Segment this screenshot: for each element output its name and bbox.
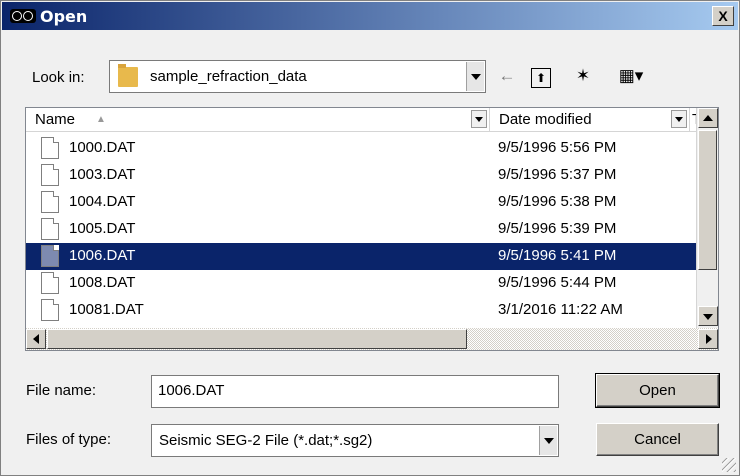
file-row[interactable]: 1004.DAT9/5/1996 5:38 PMD — [26, 189, 706, 216]
file-date-cell: 9/5/1996 5:37 PM — [498, 166, 617, 183]
file-date-cell: 9/5/1996 5:38 PM — [498, 193, 617, 210]
resize-grip-icon[interactable] — [722, 458, 736, 472]
vertical-scrollbar[interactable] — [696, 108, 718, 328]
title-bar[interactable]: Open X — [2, 2, 738, 30]
files-of-type-label: Files of type: — [26, 431, 112, 448]
file-name-cell: 1000.DAT — [69, 139, 136, 156]
cancel-button[interactable]: Cancel — [596, 423, 719, 456]
binoculars-icon — [10, 9, 36, 23]
column-header-name[interactable]: Name ▲ — [26, 108, 490, 132]
file-row[interactable]: 1008.DAT9/5/1996 5:44 PMD — [26, 270, 706, 297]
column-name-label: Name — [35, 111, 76, 128]
file-name-cell: 10081.DAT — [69, 301, 144, 318]
file-row[interactable]: 1003.DAT9/5/1996 5:37 PMD — [26, 162, 706, 189]
close-button[interactable]: X — [712, 6, 734, 26]
column-header-date[interactable]: Date modified — [490, 108, 690, 132]
back-icon[interactable]: ← — [495, 65, 519, 89]
open-dialog: Open X Look in: sample_refraction_data ←… — [0, 0, 740, 476]
file-name-label: File name: — [26, 382, 97, 399]
chevron-down-icon[interactable] — [471, 110, 487, 128]
file-name-cell: 1004.DAT — [69, 193, 136, 210]
file-row[interactable]: 1006.DAT9/5/1996 5:41 PMD — [26, 243, 706, 270]
file-name-cell: 1008.DAT — [69, 274, 136, 291]
file-icon — [41, 164, 59, 186]
file-name-cell: 1003.DAT — [69, 166, 136, 183]
scroll-down-icon[interactable] — [698, 306, 718, 326]
new-folder-icon[interactable]: ✶ — [571, 65, 595, 89]
file-name-cell: 1006.DAT — [69, 247, 136, 264]
file-row[interactable]: 1000.DAT9/5/1996 5:56 PMD — [26, 135, 706, 162]
file-date-cell: 9/5/1996 5:44 PM — [498, 274, 617, 291]
look-in-value: sample_refraction_data — [150, 68, 307, 85]
scroll-up-icon[interactable] — [698, 108, 718, 128]
file-icon — [41, 272, 59, 294]
chevron-down-icon[interactable] — [466, 62, 484, 91]
file-icon — [41, 137, 59, 159]
view-menu-icon[interactable]: ▦▾ — [611, 65, 651, 89]
file-date-cell: 9/5/1996 5:39 PM — [498, 220, 617, 237]
file-icon — [41, 191, 59, 213]
scroll-left-icon[interactable] — [26, 329, 46, 349]
file-name-cell: 1005.DAT — [69, 220, 136, 237]
file-icon — [41, 299, 59, 321]
look-in-label: Look in: — [32, 69, 85, 86]
file-row[interactable]: 1005.DAT9/5/1996 5:39 PMD — [26, 216, 706, 243]
open-button[interactable]: Open — [595, 373, 720, 408]
file-icon — [41, 245, 59, 267]
column-date-label: Date modified — [499, 111, 592, 128]
file-date-cell: 9/5/1996 5:41 PM — [498, 247, 617, 264]
file-list[interactable]: Name ▲ Date modified T 1000.DAT9/5/1996 … — [25, 107, 719, 351]
dialog-title: Open — [40, 7, 88, 26]
horizontal-scroll-thumb[interactable] — [47, 329, 467, 349]
folder-icon — [118, 64, 138, 87]
chevron-down-icon[interactable] — [539, 426, 557, 455]
up-folder-icon[interactable]: ⬆ — [531, 68, 551, 88]
horizontal-scrollbar[interactable] — [26, 328, 718, 350]
file-icon — [41, 218, 59, 240]
file-date-cell: 3/1/2016 11:22 AM — [498, 301, 623, 318]
scroll-right-icon[interactable] — [698, 329, 718, 349]
file-name-input[interactable]: 1006.DAT — [151, 375, 559, 408]
file-date-cell: 9/5/1996 5:56 PM — [498, 139, 617, 156]
files-of-type-value: Seismic SEG-2 File (*.dat;*.sg2) — [159, 432, 373, 449]
vertical-scroll-thumb[interactable] — [698, 130, 717, 270]
look-in-dropdown[interactable]: sample_refraction_data — [109, 60, 486, 93]
files-of-type-dropdown[interactable]: Seismic SEG-2 File (*.dat;*.sg2) — [151, 424, 559, 457]
chevron-down-icon[interactable] — [671, 110, 687, 128]
file-row[interactable]: 10081.DAT3/1/2016 11:22 AMD — [26, 297, 706, 324]
sort-ascending-icon: ▲ — [96, 114, 106, 125]
